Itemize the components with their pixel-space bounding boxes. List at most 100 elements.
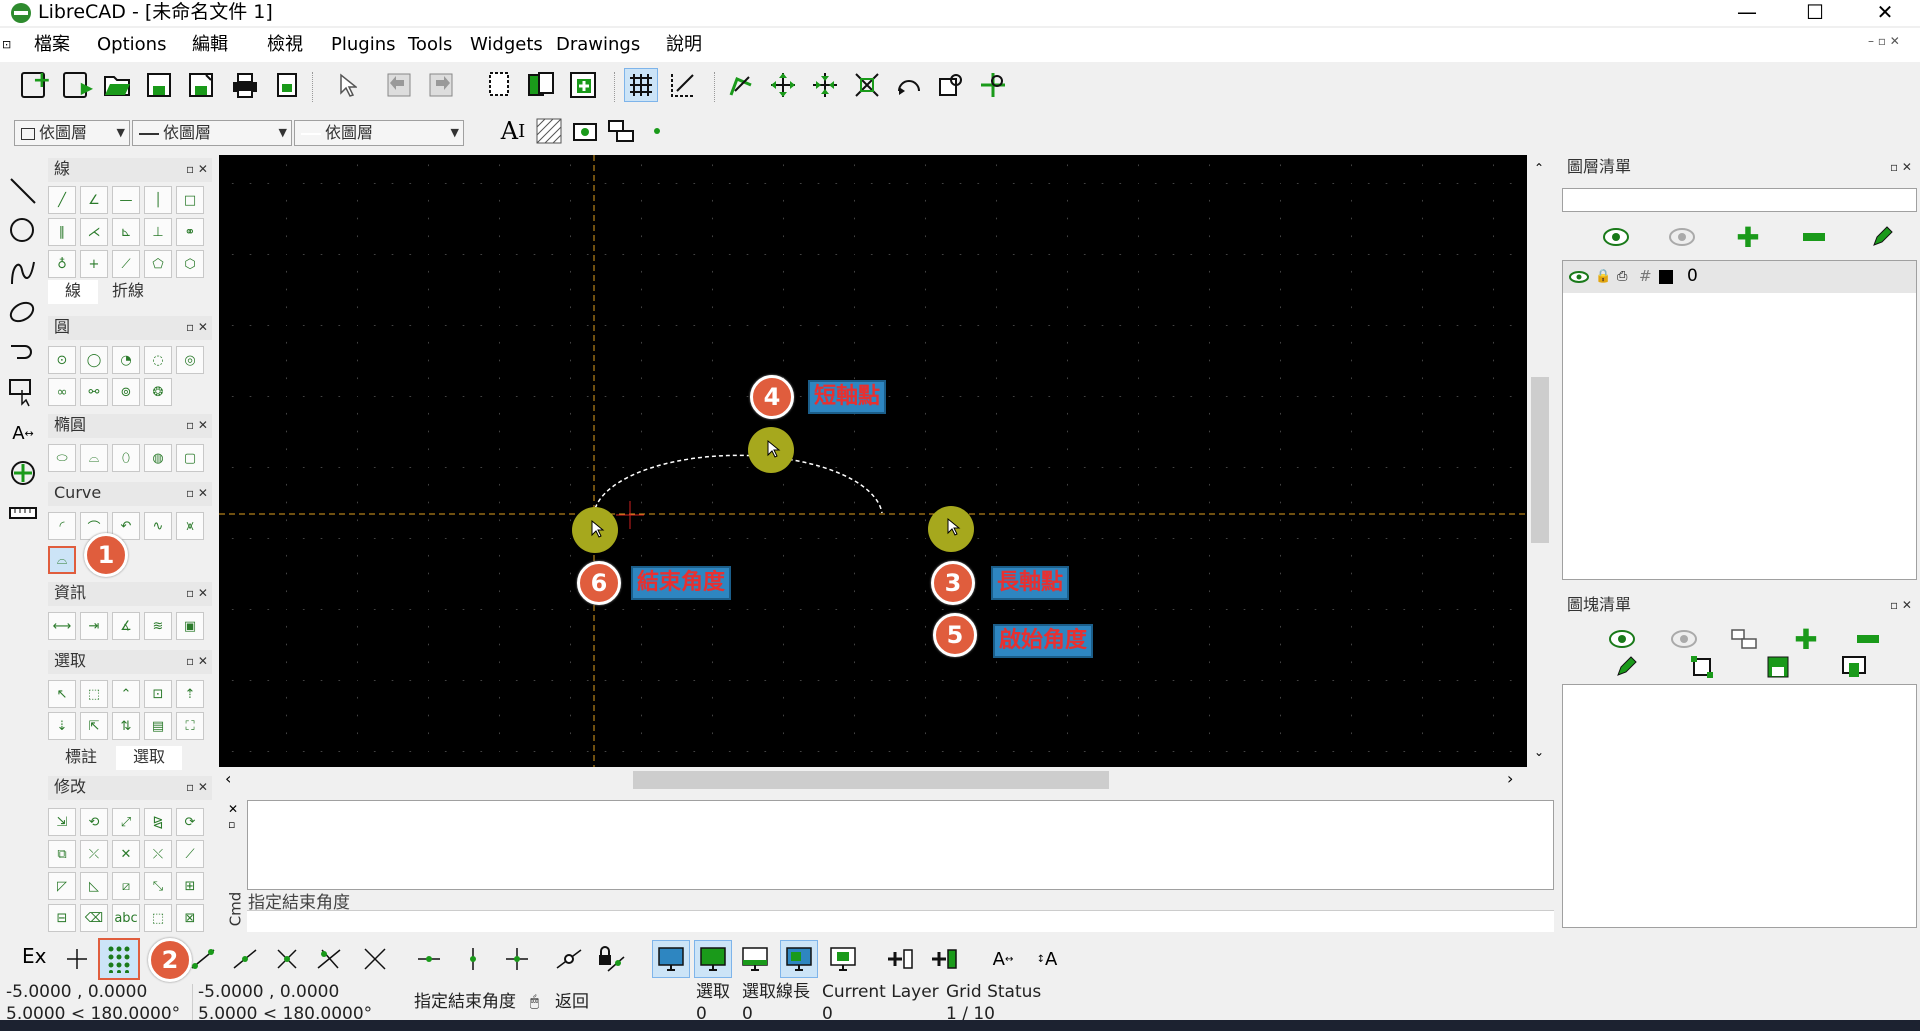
snap-free-icon[interactable] <box>60 942 94 976</box>
add-layer-toolbar-icon[interactable] <box>882 942 916 976</box>
rename-block-icon[interactable] <box>1609 650 1643 684</box>
modify-round-tool[interactable]: ◺ <box>80 872 108 900</box>
horizontal-scrollbar[interactable]: ‹ › <box>219 767 1527 793</box>
color-combo[interactable]: 依圖層 ▼ <box>14 120 130 146</box>
deselect-window-tool[interactable]: ⛶ <box>176 712 204 740</box>
print-icon[interactable] <box>228 68 262 102</box>
modify-cut-tool[interactable]: ⧄ <box>112 872 140 900</box>
layer-visible-icon[interactable] <box>1569 271 1589 283</box>
layer-print-icon[interactable]: ⎙ <box>1617 269 1627 284</box>
info-area-tool[interactable]: ▣ <box>176 612 204 640</box>
zoom-in-icon[interactable] <box>766 68 800 102</box>
modify-stretch-tool[interactable]: ⤡ <box>144 872 172 900</box>
select-blocks-tool[interactable]: ▤ <box>144 712 172 740</box>
tab-polyline[interactable]: 折線 <box>100 280 156 304</box>
vertical-scroll-thumb[interactable] <box>1531 377 1549 543</box>
hide-all-layers-icon[interactable] <box>1665 220 1699 254</box>
ellipse-inscribe-tool[interactable]: ▢ <box>176 444 204 472</box>
snap-on-entity-icon[interactable] <box>228 942 262 976</box>
remove-layer-icon[interactable] <box>1797 220 1831 254</box>
line-tangent-tool[interactable]: ⊾ <box>112 218 140 246</box>
redo-icon[interactable] <box>424 68 458 102</box>
drawing-canvas[interactable]: 4 短軸點 3 長軸點 5 啟始角度 6 結束角度 <box>219 155 1527 767</box>
edit-block-icon[interactable] <box>1685 650 1719 684</box>
view-layer-list-icon[interactable] <box>652 940 690 978</box>
modify-mirror-tool[interactable]: ⧎ <box>144 808 172 836</box>
close-button[interactable]: ✕ <box>1862 0 1908 26</box>
select-layer-tool[interactable]: ⇡ <box>176 680 204 708</box>
menu-tools[interactable]: Tools <box>408 32 452 58</box>
redraw-icon[interactable] <box>724 68 758 102</box>
open-file-icon[interactable] <box>100 68 134 102</box>
menu-view[interactable]: 檢視 <box>267 32 303 58</box>
line-orthogonal-tool[interactable]: ⊥ <box>144 218 172 246</box>
line-horizontal-tool[interactable]: — <box>112 186 140 214</box>
edit-layer-icon[interactable] <box>1865 220 1899 254</box>
snap-intersection-icon[interactable] <box>358 942 392 976</box>
view-pen-toolbar-icon[interactable] <box>826 942 860 976</box>
circle-center-point-tool[interactable]: ⊙ <box>48 346 76 374</box>
ellipse-arc-tool[interactable]: ⌓ <box>80 444 108 472</box>
select-category-icon[interactable] <box>6 376 40 410</box>
modify-entity-tool[interactable]: ⊠ <box>176 904 204 932</box>
menu-file[interactable]: 檔案 <box>34 32 70 58</box>
horizontal-scroll-thumb[interactable] <box>633 771 1109 789</box>
line-cross-tool[interactable]: + <box>80 250 108 278</box>
draft-mode-icon[interactable] <box>666 68 700 102</box>
info-distance-entity-tool[interactable]: ⇥ <box>80 612 108 640</box>
spline-tool[interactable]: ∿ <box>144 512 172 540</box>
invert-selection-tool[interactable]: ⇅ <box>112 712 140 740</box>
snap-middle-icon[interactable] <box>312 942 346 976</box>
line-2p-tool[interactable]: ╱ <box>48 186 76 214</box>
vertical-scrollbar[interactable]: ⌃ ⌄ <box>1527 155 1553 767</box>
scroll-down-icon[interactable]: ⌄ <box>1534 745 1544 759</box>
circle-parallel-tool[interactable]: ◎ <box>176 346 204 374</box>
dimension-category-icon[interactable]: A ↔ <box>6 416 40 450</box>
select-intersected-tool[interactable]: ⊡ <box>144 680 172 708</box>
line-polygon-corner-tool[interactable]: ⬡ <box>176 250 204 278</box>
select-all-tool[interactable]: ⇱ <box>80 712 108 740</box>
tab-line[interactable]: 線 <box>48 280 98 304</box>
layer-search-input[interactable] <box>1562 188 1917 212</box>
layer-lock-icon[interactable]: 🔒 <box>1595 269 1611 284</box>
add-layer-icon[interactable]: ✚ <box>1731 220 1765 254</box>
width-combo[interactable]: 依圖層 ▼ <box>132 120 292 146</box>
modify-offset-tool[interactable]: ⟋ <box>176 840 204 868</box>
menu-drawings[interactable]: Drawings <box>556 32 640 58</box>
layer-row[interactable]: 🔒 ⎙ # 0 <box>1563 261 1916 293</box>
layer-construction-icon[interactable]: # <box>1639 267 1652 285</box>
restrict-horizontal-icon[interactable] <box>412 942 446 976</box>
zoom-auto-icon[interactable] <box>850 68 884 102</box>
minimize-button[interactable]: — <box>1724 0 1770 26</box>
restrict-vertical-icon[interactable] <box>456 942 490 976</box>
info-category-icon[interactable] <box>6 496 40 530</box>
info-angle-tool[interactable]: ∡ <box>112 612 140 640</box>
copy-icon[interactable] <box>524 68 558 102</box>
command-float-icon[interactable]: ▫ <box>228 818 235 831</box>
exclusive-snap-button[interactable]: Ex <box>22 944 46 968</box>
circle-tangent2-tool[interactable]: ∞ <box>48 378 76 406</box>
point-tool-icon[interactable] <box>640 114 674 148</box>
lock-relative-zero-icon[interactable] <box>594 942 628 976</box>
menu-plugins[interactable]: Plugins <box>331 32 395 58</box>
line-relative-angle-tool[interactable]: ⟋ <box>112 250 140 278</box>
block-create-icon[interactable] <box>604 114 638 148</box>
paste-icon[interactable] <box>566 68 600 102</box>
modify-category-icon[interactable] <box>6 456 40 490</box>
tab-dimension[interactable]: 標註 <box>48 746 114 770</box>
modify-move-tool[interactable]: ⇲ <box>48 808 76 836</box>
info-length-tool[interactable]: ≋ <box>144 612 172 640</box>
zoom-previous-icon[interactable] <box>892 68 926 102</box>
line-bisector-tool[interactable]: ⋌ <box>80 218 108 246</box>
image-tool-icon[interactable] <box>568 114 602 148</box>
ellipse-foci-tool[interactable]: ⬯ <box>112 444 140 472</box>
mdi-controls[interactable]: – ▫ ✕ <box>1868 34 1900 48</box>
new-file-icon[interactable]: + <box>16 68 51 102</box>
line-category-icon[interactable] <box>6 174 40 208</box>
dim-vertical-icon[interactable]: ↕ A <box>1030 942 1064 976</box>
scroll-left-icon[interactable]: ‹ <box>225 769 231 788</box>
scroll-up-icon[interactable]: ⌃ <box>1534 161 1544 175</box>
show-all-layers-icon[interactable] <box>1599 220 1633 254</box>
menu-edit[interactable]: 編輯 <box>192 32 228 58</box>
dim-horizontal-icon[interactable]: A ↔ <box>986 942 1020 976</box>
